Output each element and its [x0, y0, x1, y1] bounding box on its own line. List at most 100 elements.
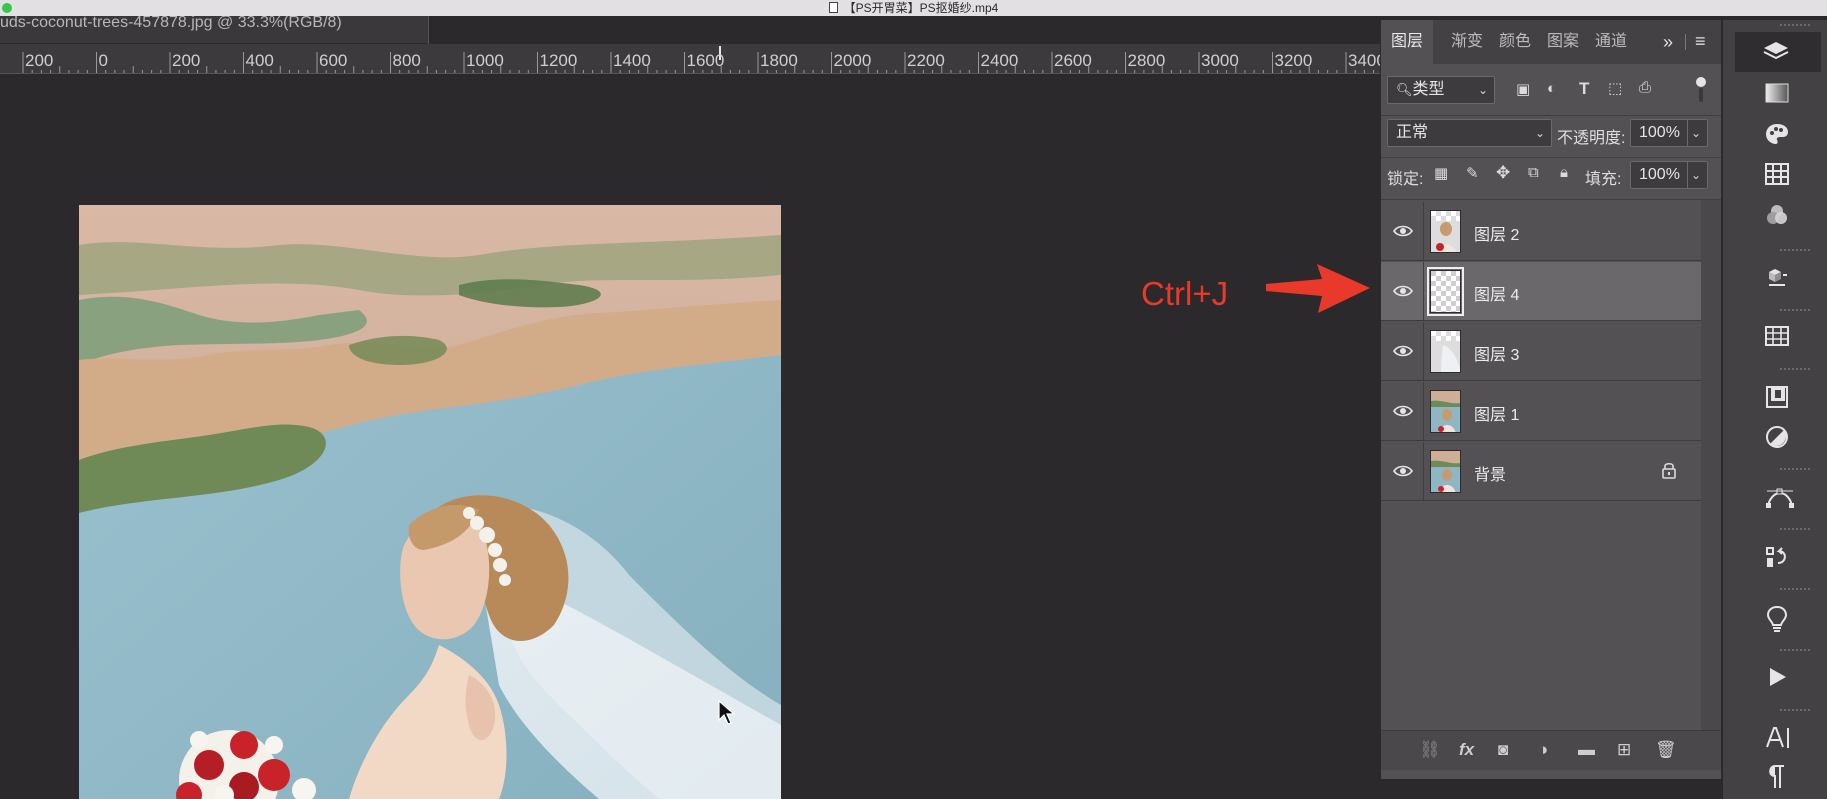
- ruler-label: 3000: [1201, 51, 1239, 70]
- layer-name[interactable]: 图层 2: [1474, 221, 1519, 245]
- layers-icon: [1763, 42, 1789, 60]
- visibility-eye-icon[interactable]: [1393, 224, 1413, 238]
- ruler-label: 600: [319, 51, 348, 70]
- panel-menu-icon[interactable]: ≡: [1695, 31, 1706, 52]
- ruler-label: 1600: [686, 51, 725, 70]
- lock-all-icon[interactable]: 🔒︎: [1560, 164, 1568, 181]
- swatches-panel-button[interactable]: [1738, 155, 1818, 195]
- tab-gradients[interactable]: 渐变: [1451, 20, 1483, 64]
- lock-artboard-icon[interactable]: ⧉: [1528, 164, 1539, 181]
- type-layer-filter-icon[interactable]: T: [1579, 79, 1589, 99]
- ruler-label: 2000: [833, 51, 872, 70]
- chevron-down-icon[interactable]: ⌄: [1686, 162, 1701, 188]
- pen-path-icon: [1766, 488, 1794, 508]
- link-layers-icon[interactable]: ⛓: [1419, 740, 1441, 760]
- strip-grip: [1780, 468, 1810, 472]
- ruler-label: 3200: [1274, 51, 1313, 70]
- window-title: 【PS开胃菜】PS抠婚纱.mp4: [843, 1, 999, 15]
- strip-grip: [1780, 368, 1810, 372]
- chevron-down-icon[interactable]: ⌄: [1686, 120, 1701, 146]
- layer-row[interactable]: 图层 1: [1381, 382, 1701, 441]
- history-icon: [1766, 547, 1786, 567]
- visibility-eye-icon[interactable]: [1393, 344, 1413, 358]
- smart-object-filter-icon[interactable]: ⎙: [1639, 79, 1651, 96]
- window-zoom-button[interactable]: [2, 3, 12, 13]
- visibility-eye-icon[interactable]: [1393, 404, 1413, 418]
- table-panel-button[interactable]: [1738, 318, 1818, 358]
- layer-thumbnail: [1430, 450, 1461, 493]
- opacity-field[interactable]: 100% ⌄: [1630, 119, 1708, 147]
- new-group-folder-icon[interactable]: ▬: [1578, 740, 1595, 760]
- lightbulb-icon: [1766, 605, 1788, 632]
- add-mask-icon[interactable]: ◙: [1498, 740, 1508, 760]
- layer-filter-select[interactable]: 🔍︎类型 ⌄: [1387, 76, 1495, 104]
- tab-layers[interactable]: 图层: [1381, 20, 1434, 64]
- history-panel-button[interactable]: [1738, 537, 1818, 577]
- visibility-eye-icon[interactable]: [1393, 284, 1413, 298]
- paragraph-panel-button[interactable]: [1738, 756, 1818, 796]
- ruler-label: 1800: [760, 51, 798, 70]
- tab-color[interactable]: 颜色: [1499, 20, 1531, 64]
- tab-channels[interactable]: 通道: [1595, 20, 1627, 64]
- pixel-layer-filter-icon[interactable]: ▣: [1516, 80, 1530, 98]
- learn-panel-button[interactable]: [1738, 597, 1818, 637]
- new-adjustment-layer-icon[interactable]: ◑: [1538, 740, 1548, 760]
- ruler-label: 1400: [613, 51, 651, 70]
- adjustments-panel-button[interactable]: [1738, 417, 1818, 457]
- actions-panel-button[interactable]: [1738, 657, 1818, 697]
- panel-divider: [1381, 115, 1721, 116]
- strip-grip: [1780, 709, 1810, 713]
- strip-grip: [1780, 309, 1810, 313]
- ruler-label: 400: [245, 51, 274, 70]
- canvas-area[interactable]: [0, 75, 1380, 799]
- adjustment-layer-filter-icon[interactable]: ◐: [1547, 80, 1556, 97]
- gradients-panel-button[interactable]: [1738, 75, 1818, 115]
- layer-row[interactable]: 图层 3: [1381, 322, 1701, 381]
- channels-circles-icon: [1767, 205, 1787, 224]
- mouse-cursor: [718, 700, 736, 725]
- tab-patterns[interactable]: 图案: [1547, 20, 1579, 64]
- lock-image-pixels-icon[interactable]: ✎: [1466, 164, 1479, 182]
- layer-name[interactable]: 图层 3: [1474, 341, 1519, 365]
- document-tab[interactable]: uds-coconut-trees-457878.jpg @ 33.3%(RGB…: [0, 16, 428, 44]
- filter-toggle-switch[interactable]: [1696, 77, 1706, 103]
- search-icon: 🔍︎: [1396, 82, 1413, 97]
- layer-name[interactable]: 图层 4: [1474, 281, 1519, 305]
- lock-transparent-pixels-icon[interactable]: ▦: [1434, 164, 1448, 182]
- layer-name[interactable]: 图层 1: [1474, 401, 1519, 425]
- panel-tab-bar: 图层 渐变 颜色 图案 通道 » ≡: [1381, 20, 1721, 64]
- fill-field[interactable]: 100% ⌄: [1630, 161, 1708, 189]
- panel-divider: [1381, 157, 1721, 158]
- gradient-icon: [1765, 83, 1789, 103]
- layer-name[interactable]: 背景: [1474, 461, 1506, 485]
- blend-mode-select[interactable]: 正常 ⌄: [1387, 119, 1552, 147]
- panel-divider: [1381, 199, 1721, 200]
- new-layer-icon[interactable]: ⊞: [1617, 740, 1631, 760]
- blend-mode-value: 正常: [1396, 124, 1429, 141]
- ruler-label: 2200: [907, 51, 945, 70]
- layer-row[interactable]: 背景: [1381, 442, 1701, 501]
- color-panel-button[interactable]: [1738, 115, 1818, 155]
- properties-icon: [1766, 386, 1788, 408]
- ruler-label: 200: [172, 51, 201, 70]
- character-panel-button[interactable]: [1738, 717, 1818, 757]
- channels-panel-button[interactable]: [1738, 196, 1818, 236]
- document-image[interactable]: [79, 205, 781, 799]
- lock-position-icon[interactable]: ✥: [1496, 163, 1510, 183]
- shape-layer-filter-icon[interactable]: ⬚: [1608, 79, 1622, 97]
- delete-layer-trash-icon[interactable]: 🗑︎: [1655, 740, 1677, 760]
- properties-panel-button[interactable]: [1738, 377, 1818, 417]
- layers-scrollbar[interactable]: [1701, 200, 1721, 730]
- layer-row[interactable]: 图层 2: [1381, 202, 1701, 261]
- layer-row[interactable]: 图层 4: [1381, 262, 1701, 321]
- paths-panel-button[interactable]: [1738, 477, 1818, 517]
- layer-style-fx-icon[interactable]: fx: [1459, 740, 1474, 760]
- visibility-eye-icon[interactable]: [1393, 464, 1413, 478]
- horizontal-ruler[interactable]: 200 0 200 400 600 800 1000 1200 1400 1600 1800 2000…: [0, 44, 1380, 74]
- ruler-label: 200: [25, 51, 54, 70]
- 3d-cube-icon: [1769, 269, 1787, 286]
- layer-thumbnail: [1430, 210, 1461, 253]
- libraries-panel-button[interactable]: [1738, 258, 1818, 298]
- layers-panel-button[interactable]: [1735, 32, 1821, 72]
- expand-panels-icon[interactable]: »: [1663, 32, 1673, 53]
